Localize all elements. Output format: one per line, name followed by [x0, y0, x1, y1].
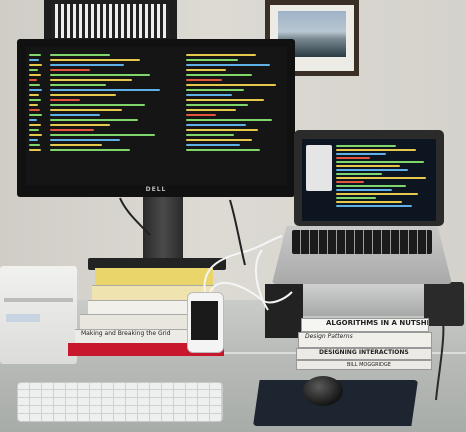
- wireless-keyboard: [17, 382, 223, 422]
- charging-cables: [119, 197, 445, 401]
- mouse: [303, 376, 343, 406]
